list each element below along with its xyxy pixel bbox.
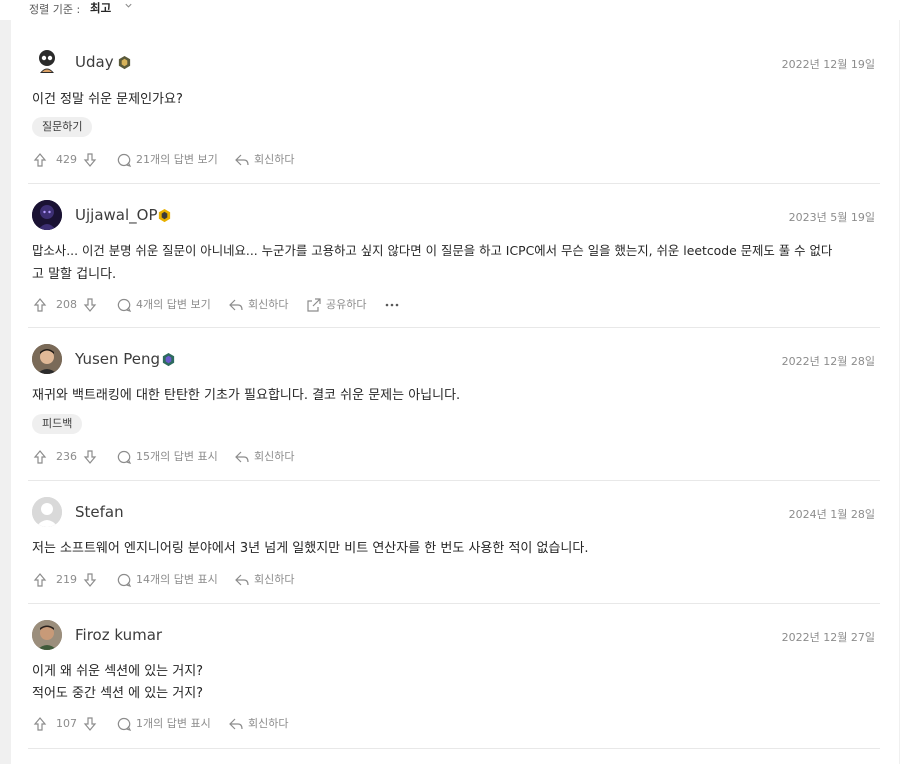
reply-button[interactable]: 회신하다: [254, 571, 294, 589]
comment-text: 맙소사... 이건 분명 쉬운 질문이 아니네요... 누군가를 고용하고 싶지…: [32, 243, 833, 258]
vote-count: 107: [56, 717, 77, 730]
downvote-icon[interactable]: [82, 297, 98, 313]
reply-button[interactable]: 회신하다: [254, 448, 294, 466]
downvote-icon[interactable]: [82, 572, 98, 588]
sort-bar: 정렬 기준 : 최고: [0, 0, 900, 20]
avatar[interactable]: [32, 497, 62, 527]
chevron-down-icon[interactable]: [124, 1, 133, 10]
view-replies-button[interactable]: 14개의 답변 표시: [136, 571, 218, 589]
tag-badge: 질문하기: [32, 117, 93, 137]
username[interactable]: Stefan: [75, 503, 124, 521]
comment-list: Uday 2022년 12월 19일 이건 정말 쉬운 문제인가요? 질문하기 …: [11, 20, 899, 764]
divider: [28, 748, 880, 749]
reply-icon[interactable]: [234, 152, 250, 168]
badge-icon: [162, 352, 175, 367]
vote-count: 219: [56, 573, 77, 586]
reply-button[interactable]: 회신하다: [248, 296, 288, 314]
username[interactable]: Yusen Peng: [75, 350, 160, 368]
downvote-icon[interactable]: [82, 716, 98, 732]
comment-date: 2022년 12월 28일: [781, 355, 875, 368]
comment-text: 고 말할 겁니다.: [32, 267, 117, 282]
comment-icon[interactable]: [116, 716, 132, 732]
comment-date: 2023년 5월 19일: [788, 211, 875, 224]
comment: Stefan 2024년 1월 28일 저는 소프트웨어 엔지니어링 분야에서 …: [11, 481, 899, 604]
comment-text: 재귀와 백트래킹에 대한 탄탄한 기초가 필요합니다. 결코 쉬운 문제는 아닙…: [32, 388, 461, 403]
vote-count: 429: [56, 153, 77, 166]
username[interactable]: Firoz kumar: [75, 626, 162, 644]
comment-icon[interactable]: [116, 297, 132, 313]
upvote-icon[interactable]: [32, 297, 48, 313]
share-button[interactable]: 공유하다: [326, 296, 366, 314]
comment-icon[interactable]: [116, 572, 132, 588]
vote-count: 236: [56, 450, 77, 463]
username[interactable]: Uday: [75, 53, 114, 71]
comment-date: 2022년 12월 19일: [781, 58, 875, 71]
avatar[interactable]: [32, 200, 62, 230]
avatar[interactable]: [32, 344, 62, 374]
view-replies-button[interactable]: 1개의 답변 표시: [136, 715, 211, 733]
avatar[interactable]: [32, 620, 62, 650]
reply-icon[interactable]: [228, 716, 244, 732]
downvote-icon[interactable]: [82, 449, 98, 465]
comment-text: 저는 소프트웨어 엔지니어링 분야에서 3년 넘게 일했지만 비트 연산자를 한…: [32, 541, 589, 556]
upvote-icon[interactable]: [32, 572, 48, 588]
upvote-icon[interactable]: [32, 449, 48, 465]
comment: Uday 2022년 12월 19일 이건 정말 쉬운 문제인가요? 질문하기 …: [11, 20, 899, 184]
more-icon[interactable]: [384, 297, 400, 313]
vote-count: 208: [56, 298, 77, 311]
downvote-icon[interactable]: [82, 152, 98, 168]
badge-icon: [118, 55, 131, 70]
badge-icon: [158, 208, 171, 223]
comment-text: 이건 정말 쉬운 문제인가요?: [32, 92, 183, 107]
comment: Ujjawal_OP 2023년 5월 19일 맙소사... 이건 분명 쉬운 …: [11, 184, 899, 328]
view-replies-button[interactable]: 4개의 답변 보기: [136, 296, 211, 314]
comment-date: 2022년 12월 27일: [781, 631, 875, 644]
comment-icon[interactable]: [116, 449, 132, 465]
reply-icon[interactable]: [234, 572, 250, 588]
comment: Firoz kumar 2022년 12월 27일 이게 왜 쉬운 섹션에 있는…: [11, 604, 899, 764]
comment: Yusen Peng 2022년 12월 28일 재귀와 백트래킹에 대한 탄탄…: [11, 328, 899, 481]
tag-badge: 피드백: [32, 414, 83, 434]
upvote-icon[interactable]: [32, 716, 48, 732]
share-icon[interactable]: [306, 297, 322, 313]
username[interactable]: Ujjawal_OP: [75, 206, 158, 224]
comment-date: 2024년 1월 28일: [788, 508, 875, 521]
sort-dropdown[interactable]: 최고: [90, 0, 111, 16]
reply-button[interactable]: 회신하다: [254, 151, 294, 169]
comment-text: 이게 왜 쉬운 섹션에 있는 거지?: [32, 664, 204, 679]
reply-icon[interactable]: [234, 449, 250, 465]
sort-label: 정렬 기준 :: [29, 3, 81, 16]
view-replies-button[interactable]: 21개의 답변 보기: [136, 151, 218, 169]
view-replies-button[interactable]: 15개의 답변 표시: [136, 448, 218, 466]
reply-button[interactable]: 회신하다: [248, 715, 288, 733]
upvote-icon[interactable]: [32, 152, 48, 168]
comment-icon[interactable]: [116, 152, 132, 168]
avatar[interactable]: [32, 47, 62, 77]
comment-text: 적어도 중간 섹션 에 있는 거지?: [32, 686, 204, 701]
reply-icon[interactable]: [228, 297, 244, 313]
